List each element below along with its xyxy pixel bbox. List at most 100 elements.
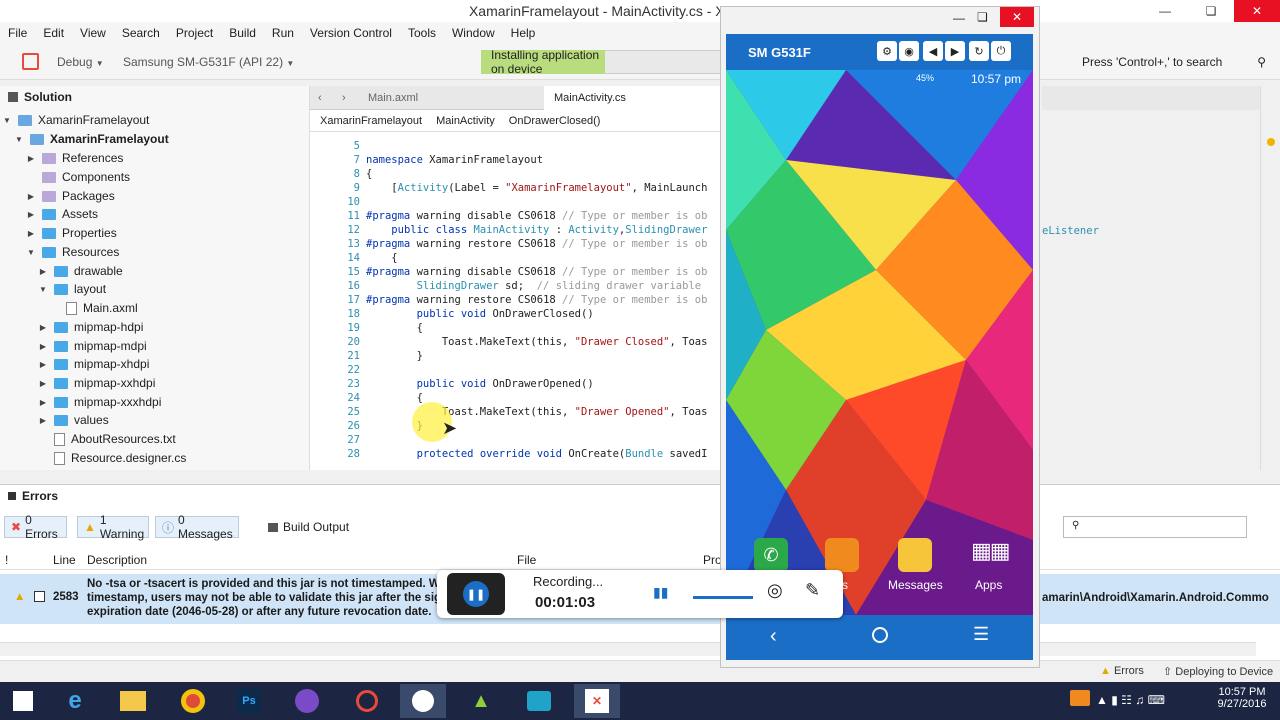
menu-edit[interactable]: Edit [43,26,64,40]
expand-arrow-icon[interactable]: ▶ [26,229,36,238]
filter-messages-button[interactable]: ⓘ 0 Messages [155,513,239,541]
expand-arrow-icon[interactable]: ▶ [38,342,48,351]
config-selector[interactable]: Debug ▼ [57,55,104,69]
tree-item[interactable]: ▼ XamarinFramelayout [2,111,149,129]
expand-arrow-icon[interactable]: ▶ [38,416,48,425]
expand-arrow-icon[interactable]: ▶ [26,210,36,219]
stop-button[interactable] [22,53,39,70]
expand-arrow-icon[interactable]: ▶ [26,154,36,163]
menu-icon[interactable]: ☰ [973,624,989,645]
menu-run[interactable]: Run [272,26,294,40]
breadcrumb-project[interactable]: XamarinFramelayout [320,115,422,127]
ie-icon[interactable]: e [52,684,98,718]
expand-arrow-icon[interactable]: ▶ [38,360,48,369]
app-icon[interactable] [344,684,390,718]
camera-icon[interactable]: ◉ [899,41,919,61]
menu-window[interactable]: Window [452,26,495,40]
collapse-arrow-icon[interactable]: ▼ [2,116,12,125]
expand-arrow-icon[interactable]: ▶ [38,379,48,388]
chrome-icon[interactable] [170,684,216,718]
tree-item[interactable]: ▼ Resources [26,243,119,261]
tray-icons[interactable]: ▲ ▮ ☷ ♫ ⌨ [1096,693,1165,707]
menu-file[interactable]: File [8,26,27,40]
tree-item[interactable]: Main.axml [50,299,138,317]
tree-item[interactable]: ▼ XamarinFramelayout [14,130,169,148]
tree-item[interactable]: ▶ drawable [38,262,123,280]
tree-item[interactable]: ▼ layout [38,280,106,298]
tree-item[interactable]: ▶ Packages [26,187,115,205]
breadcrumb-class[interactable]: MainActivity [436,115,495,127]
nav-back-icon[interactable]: ‹ [310,86,336,110]
restore-icon[interactable]: ❏ [977,10,988,24]
power-icon[interactable]: ⏻ [991,41,1011,61]
tree-item[interactable]: Resource.designer.cs [38,449,186,467]
xamarin-icon[interactable]: ✕ [574,684,620,718]
tree-item[interactable]: ▶ Assets [26,205,98,223]
tab-main-axml[interactable]: Main.axml [358,86,538,110]
collapse-arrow-icon[interactable]: ▼ [38,285,48,294]
messages-app-icon[interactable] [898,538,932,572]
xamarin-studio-icon[interactable] [400,684,446,718]
volume-up-icon[interactable]: ▶ [945,41,965,61]
back-icon[interactable]: ‹ [770,625,777,648]
horizontal-scrollbar[interactable] [0,642,1256,656]
toolbox-icon[interactable] [1267,138,1275,146]
webcam-icon[interactable]: ◎ [767,580,783,601]
close-icon[interactable]: ✕ [1000,7,1034,27]
settings-icon[interactable]: ⚙ [877,41,897,61]
volume-slider[interactable] [693,596,753,599]
pen-icon[interactable]: ✎ [805,580,820,601]
menu-help[interactable]: Help [511,26,536,40]
nav-forward-icon[interactable]: › [334,86,360,110]
eclipse-icon[interactable] [284,684,330,718]
menu-build[interactable]: Build [229,26,256,40]
device-selector[interactable]: Samsung SM-G531F (API 22) ▼ [123,55,294,69]
col-description[interactable]: Description [87,553,147,567]
collapse-arrow-icon[interactable]: ▼ [26,248,36,257]
contacts-app-icon[interactable] [825,538,859,572]
menu-view[interactable]: View [80,26,106,40]
tree-item[interactable]: AboutResources.txt [38,430,176,448]
tree-item[interactable]: Components [26,168,130,186]
phone-app-icon[interactable]: ✆ [754,538,788,572]
pause-button[interactable]: ❚❚ [447,573,505,615]
tree-item[interactable]: ▶ values [38,411,109,429]
row-checkbox[interactable] [34,591,45,602]
taskbar-clock[interactable]: 10:57 PM 9/27/2016 [1210,686,1274,710]
android-icon[interactable]: ▲ [458,684,504,718]
rotate-icon[interactable]: ↻ [969,41,989,61]
photoshop-icon[interactable]: Ps [226,684,272,718]
tree-item[interactable]: ▶ Properties [26,224,117,242]
expand-arrow-icon[interactable]: ▶ [38,323,48,332]
tree-item[interactable]: ▶ mipmap-xxxhdpi [38,393,161,411]
home-icon[interactable] [872,627,888,643]
col-severity[interactable]: ! [5,553,8,567]
col-line[interactable]: Line [53,553,76,567]
status-errors[interactable]: ▲ Errors [1100,665,1144,677]
recorder-app-icon[interactable] [516,684,562,718]
start-icon[interactable] [0,684,46,718]
col-project[interactable]: Pro [703,553,722,567]
build-output-button[interactable]: Build Output [268,520,349,534]
menu-project[interactable]: Project [176,26,213,40]
menu-version-control[interactable]: Version Control [310,26,392,40]
menu-search[interactable]: Search [122,26,160,40]
close-icon[interactable]: ✕ [1234,0,1280,22]
tree-item[interactable]: ▶ mipmap-xxhdpi [38,374,155,392]
expand-arrow-icon[interactable]: ▶ [26,192,36,201]
menu-tools[interactable]: Tools [408,26,436,40]
apps-grid-icon[interactable]: ▦▦ [971,538,1011,564]
tree-item[interactable]: ▶ References [26,149,123,167]
explorer-icon[interactable] [110,684,156,718]
collapse-arrow-icon[interactable]: ▼ [14,135,24,144]
minimize-icon[interactable]: — [1142,0,1188,22]
tree-item[interactable]: ▶ mipmap-xhdpi [38,355,149,373]
tree-item[interactable]: ▶ mipmap-mdpi [38,337,147,355]
restore-icon[interactable]: ❏ [1188,0,1234,22]
col-file[interactable]: File [517,553,536,567]
expand-arrow-icon[interactable]: ▶ [38,267,48,276]
expand-arrow-icon[interactable]: ▶ [38,398,48,407]
volume-down-icon[interactable]: ◀ [923,41,943,61]
errors-search-input[interactable]: ⚲ [1063,516,1247,538]
minimize-icon[interactable]: — [953,11,965,25]
